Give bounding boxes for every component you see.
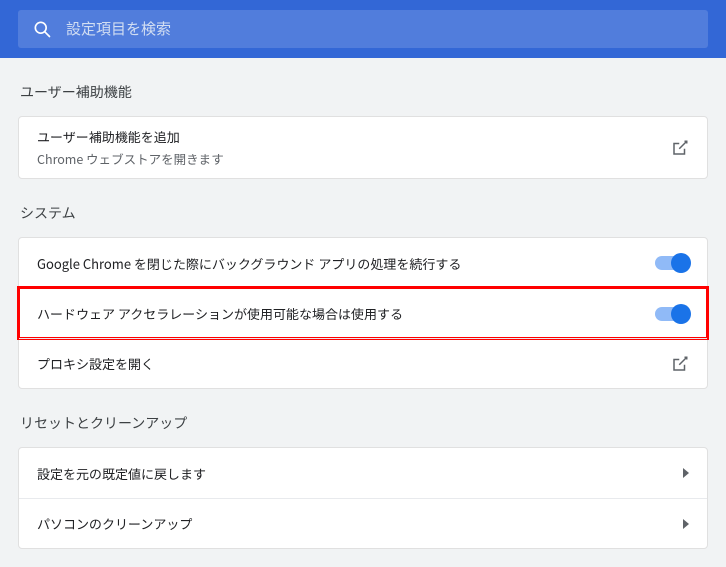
background-apps-toggle[interactable] (655, 256, 689, 270)
search-input[interactable] (66, 21, 694, 38)
hardware-acceleration-row: ハードウェア アクセラレーションが使用可能な場合は使用する (19, 288, 707, 338)
row-title: ユーザー補助機能を追加 (37, 127, 671, 146)
row-title: パソコンのクリーンアップ (37, 514, 683, 533)
search-field-container[interactable] (18, 10, 708, 48)
row-title: 設定を元の既定値に戻します (37, 464, 683, 483)
open-external-icon (671, 355, 689, 373)
open-external-icon (671, 139, 689, 157)
row-title: Google Chrome を閉じた際にバックグラウンド アプリの処理を続行する (37, 254, 655, 273)
accessibility-card: ユーザー補助機能を追加 Chrome ウェブストアを開きます (18, 116, 708, 179)
proxy-settings-row[interactable]: プロキシ設定を開く (19, 338, 707, 388)
row-title: ハードウェア アクセラレーションが使用可能な場合は使用する (37, 304, 655, 323)
chevron-right-icon (683, 468, 689, 478)
hardware-acceleration-toggle[interactable] (655, 307, 689, 321)
settings-content: ユーザー補助機能 ユーザー補助機能を追加 Chrome ウェブストアを開きます … (0, 82, 726, 549)
row-title: プロキシ設定を開く (37, 354, 671, 373)
row-subtitle: Chrome ウェブストアを開きます (37, 149, 671, 168)
section-heading-system: システム (20, 203, 708, 223)
row-text: パソコンのクリーンアップ (37, 514, 683, 533)
search-icon (32, 19, 52, 39)
search-bar (0, 0, 726, 58)
reset-card: 設定を元の既定値に戻します パソコンのクリーンアップ (18, 447, 708, 549)
restore-defaults-row[interactable]: 設定を元の既定値に戻します (19, 448, 707, 498)
row-text: Google Chrome を閉じた際にバックグラウンド アプリの処理を続行する (37, 254, 655, 273)
section-heading-reset: リセットとクリーンアップ (20, 413, 708, 433)
row-text: プロキシ設定を開く (37, 354, 671, 373)
system-card: Google Chrome を閉じた際にバックグラウンド アプリの処理を続行する… (18, 237, 708, 389)
cleanup-computer-row[interactable]: パソコンのクリーンアップ (19, 498, 707, 548)
add-accessibility-row[interactable]: ユーザー補助機能を追加 Chrome ウェブストアを開きます (19, 117, 707, 178)
row-text: ユーザー補助機能を追加 Chrome ウェブストアを開きます (37, 127, 671, 168)
chevron-right-icon (683, 519, 689, 529)
row-text: 設定を元の既定値に戻します (37, 464, 683, 483)
background-apps-row: Google Chrome を閉じた際にバックグラウンド アプリの処理を続行する (19, 238, 707, 288)
row-text: ハードウェア アクセラレーションが使用可能な場合は使用する (37, 304, 655, 323)
section-heading-accessibility: ユーザー補助機能 (20, 82, 708, 102)
